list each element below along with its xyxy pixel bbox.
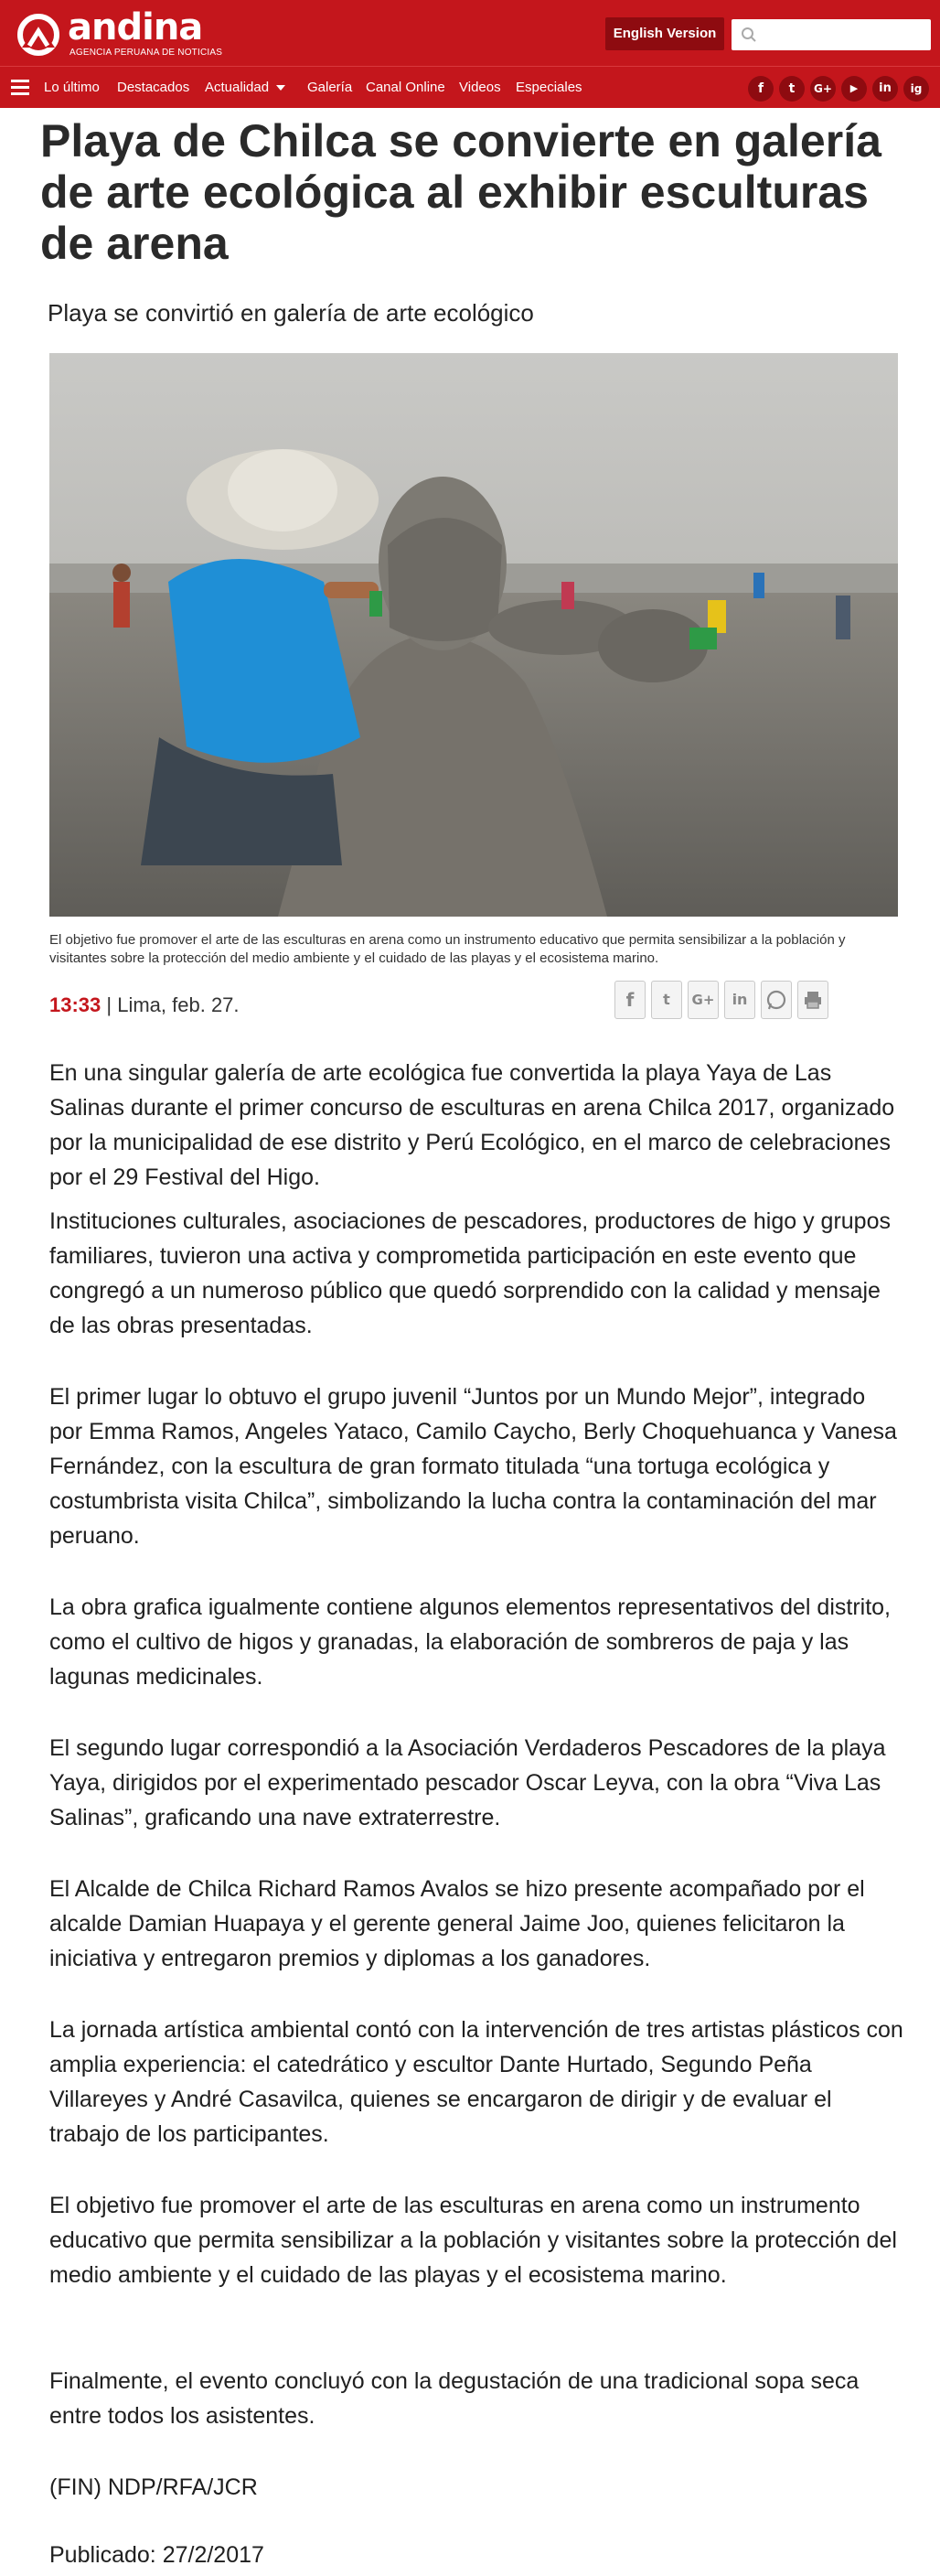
google-plus-icon[interactable]: G+ — [810, 76, 836, 102]
sand-sculpture-photo — [49, 353, 898, 917]
menu-icon[interactable] — [11, 80, 29, 96]
paragraph-1: En una singular galería de arte ecológic… — [49, 1060, 895, 1190]
top-header: andina AGENCIA PERUANA DE NOTICIAS Engli… — [0, 0, 940, 66]
nav-item-actualidad[interactable]: Actualidad — [205, 67, 286, 109]
paragraph-4: La obra grafica igualmente contiene algu… — [49, 1594, 891, 1690]
paragraph-9: Finalmente, el evento concluyó con la de… — [49, 2368, 860, 2429]
share-linkedin-icon[interactable]: in — [724, 981, 755, 1019]
twitter-icon[interactable]: t — [779, 76, 805, 102]
chevron-down-icon — [276, 85, 286, 91]
logo-tagline: AGENCIA PERUANA DE NOTICIAS — [69, 48, 223, 58]
search-box[interactable] — [732, 19, 931, 50]
share-google-plus-icon[interactable]: G+ — [688, 981, 719, 1019]
nav-item-galeria[interactable]: Galería — [307, 67, 352, 109]
share-twitter-icon[interactable]: t — [651, 981, 682, 1019]
logo-name: andina — [68, 6, 203, 48]
paragraph-5: El segundo lugar correspondió a la Asoci… — [49, 1735, 886, 1830]
nav-item-videos[interactable]: Videos — [459, 67, 501, 109]
linkedin-icon[interactable]: in — [872, 76, 898, 102]
paragraph-3: El primer lugar lo obtuvo el grupo juven… — [49, 1384, 897, 1549]
article-location-date: | Lima, feb. 27. — [101, 993, 240, 1016]
paragraph-8: El objetivo fue promover el arte de las … — [49, 2193, 897, 2288]
share-facebook-icon[interactable]: f — [614, 981, 646, 1019]
article-credits: (FIN) NDP/RFA/JCR — [49, 2474, 258, 2500]
paragraph-6: El Alcalde de Chilca Richard Ramos Avalo… — [49, 1876, 865, 1971]
andina-logo[interactable]: andina AGENCIA PERUANA DE NOTICIAS — [15, 6, 222, 59]
paragraph-7: La jornada artística ambiental contó con… — [49, 2017, 903, 2147]
nav-item-destacados[interactable]: Destacados — [117, 67, 189, 109]
nav-item-especiales[interactable]: Especiales — [516, 67, 582, 109]
share-print-icon[interactable] — [797, 981, 828, 1019]
search-input[interactable] — [763, 23, 925, 47]
english-version-button[interactable]: English Version — [605, 17, 724, 50]
nav-item-canal-online[interactable]: Canal Online — [366, 67, 445, 109]
share-whatsapp-icon[interactable] — [761, 981, 792, 1019]
paragraph-2: Instituciones culturales, asociaciones d… — [49, 1208, 891, 1338]
nav-item-actualidad-label: Actualidad — [205, 80, 270, 95]
andina-logo-icon — [17, 14, 59, 56]
article-title: Playa de Chilca se convierte en galería … — [40, 115, 881, 269]
facebook-icon[interactable]: f — [748, 76, 774, 102]
search-icon — [742, 27, 756, 42]
article-subtitle: Playa se convirtió en galería de arte ec… — [48, 299, 534, 327]
whatsapp-glyph-icon — [766, 990, 786, 1010]
article-photo[interactable] — [49, 353, 898, 917]
print-glyph-icon — [805, 992, 821, 1009]
main-nav: Lo último Destacados Actualidad Galería … — [0, 66, 940, 108]
article-dateline: 13:33 | Lima, feb. 27. — [49, 992, 240, 1019]
article-time: 13:33 — [49, 993, 101, 1016]
nav-item-lo-ultimo[interactable]: Lo último — [44, 67, 100, 109]
published-date: Publicado: 27/2/2017 — [49, 2542, 264, 2568]
photo-caption: El objetivo fue promover el arte de las … — [49, 932, 846, 966]
youtube-icon[interactable]: ▶ — [841, 76, 867, 102]
instagram-icon[interactable]: ig — [903, 76, 929, 102]
